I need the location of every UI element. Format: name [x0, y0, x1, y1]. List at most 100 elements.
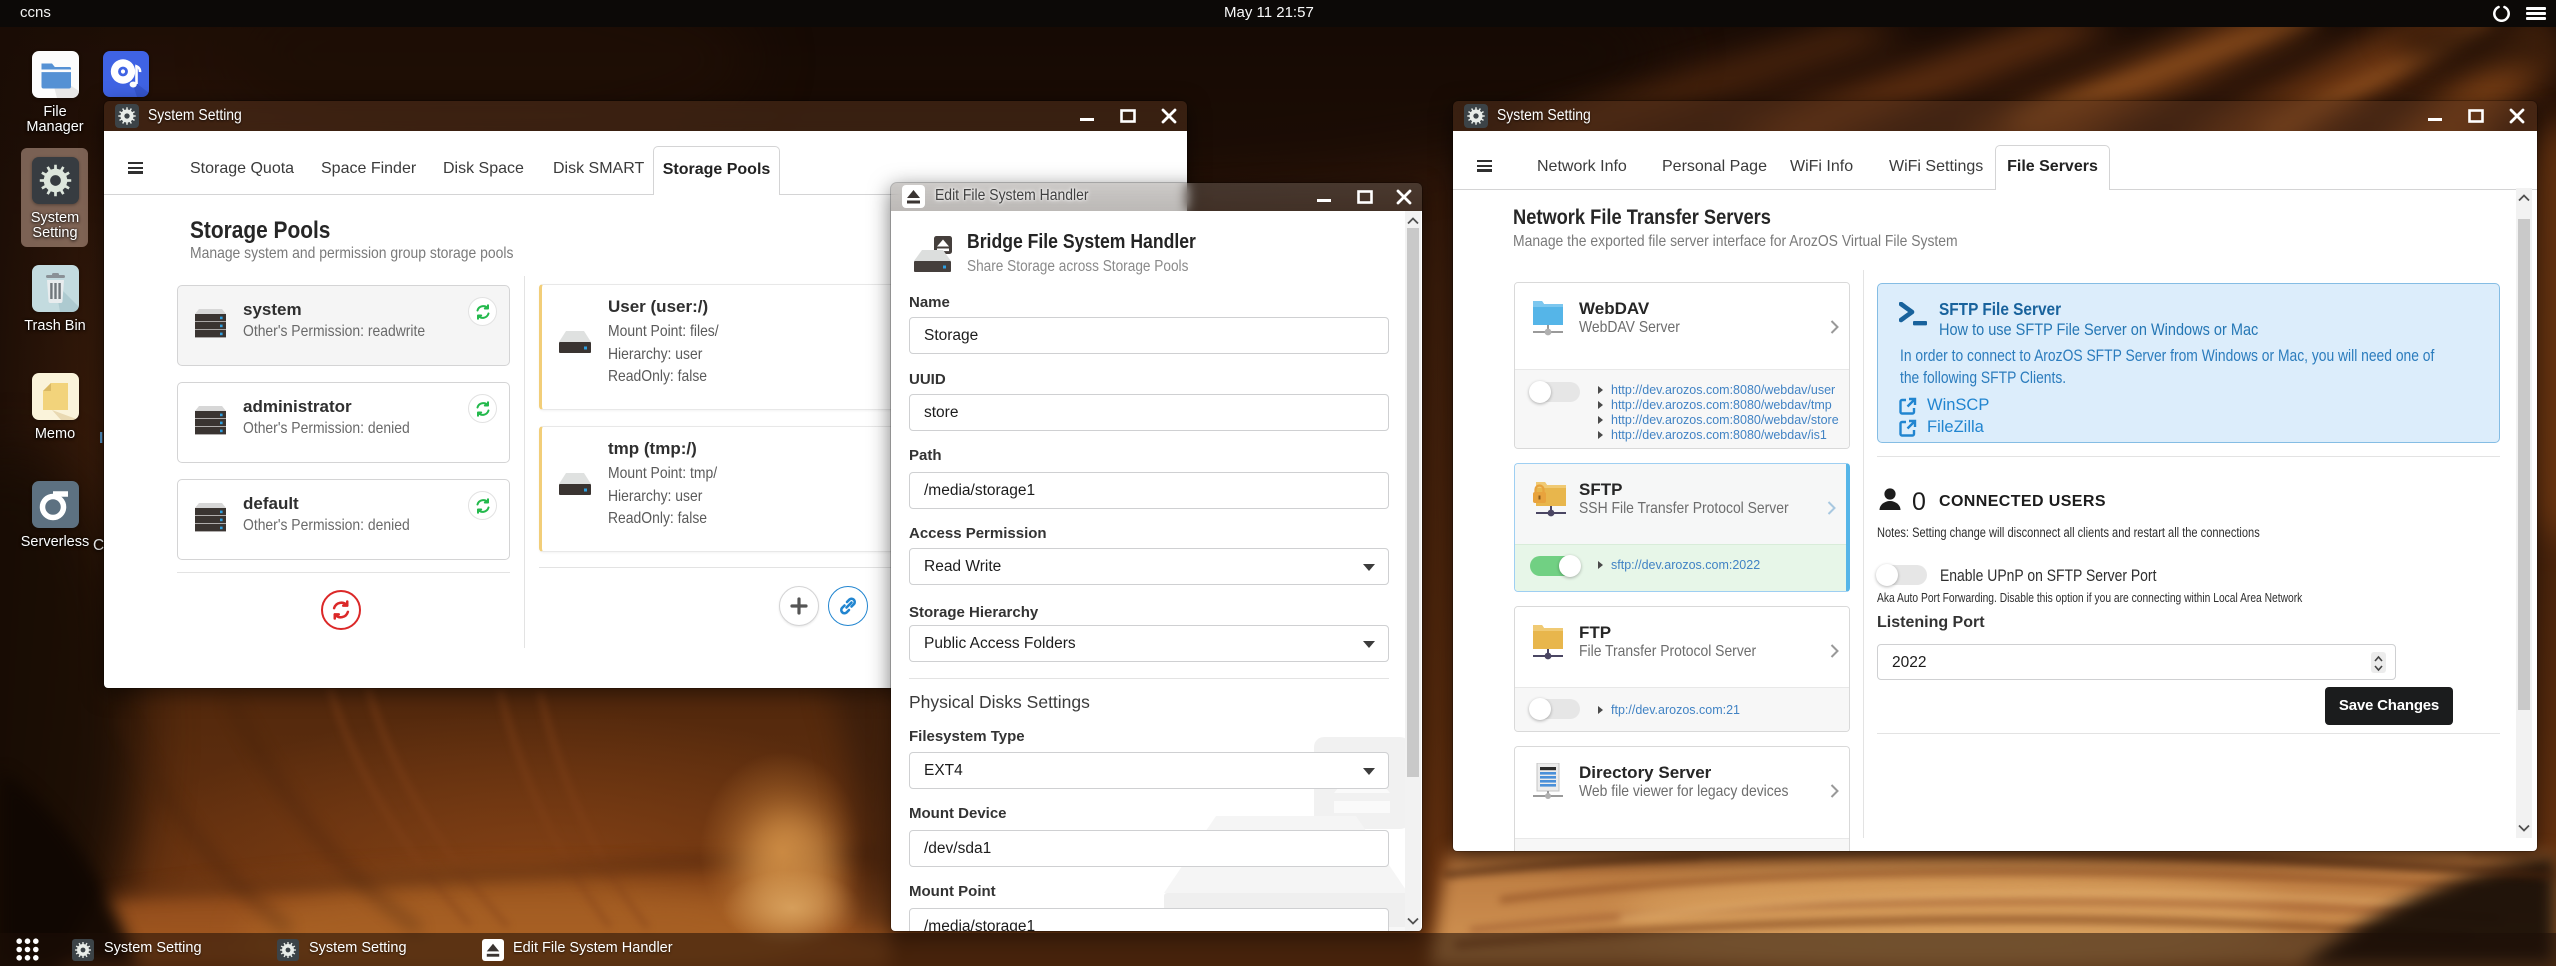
server-card-ftp[interactable]: FTP File Transfer Protocol Server ftp://…: [1514, 606, 1850, 732]
taskbar-item-system-setting-2[interactable]: System Setting: [277, 933, 477, 966]
close-button[interactable]: [1158, 101, 1180, 131]
chevron-right-icon: [1827, 501, 1836, 515]
tab-space-finder[interactable]: Space Finder: [321, 160, 416, 178]
sftp-toggle[interactable]: [1530, 555, 1581, 577]
storage-hierarchy-select[interactable]: Public Access Folders: [909, 625, 1389, 662]
access-permission-label: Access Permission: [909, 525, 1047, 542]
tab-storage-pools[interactable]: Storage Pools: [653, 146, 780, 195]
scroll-down-icon[interactable]: [2516, 819, 2532, 836]
name-input[interactable]: Storage: [909, 317, 1389, 354]
sync-pool-button[interactable]: [468, 394, 497, 423]
path-label: Path: [909, 447, 942, 464]
memo-icon: [31, 373, 79, 420]
vfs-readonly: ReadOnly: false: [608, 368, 708, 385]
number-spinner[interactable]: [2371, 652, 2386, 673]
tab-disk-smart[interactable]: Disk SMART: [553, 160, 644, 178]
mount-point-label: Mount Point: [909, 883, 996, 900]
window-edit-fs-handler: Edit File System Handler Bridge File Sys…: [891, 183, 1422, 931]
filezilla-link[interactable]: FileZilla: [1927, 418, 1984, 437]
maximize-button[interactable]: [1117, 101, 1139, 131]
tab-file-servers[interactable]: File Servers: [1995, 145, 2110, 190]
webdav-link[interactable]: http://dev.arozos.com:8080/webdav/tmp: [1598, 398, 1832, 412]
scrollbar[interactable]: [2516, 188, 2532, 838]
tab-menu-icon[interactable]: [1477, 160, 1492, 172]
titlebar[interactable]: Edit File System Handler: [891, 183, 1422, 211]
webdav-link[interactable]: http://dev.arozos.com:8080/webdav/user: [1598, 383, 1835, 397]
info-body: In order to connect to ArozOS SFTP Serve…: [1900, 347, 2435, 387]
page-title: Network File Transfer Servers: [1513, 206, 1771, 229]
pool-name: administrator: [243, 397, 352, 416]
server-name: FTP: [1579, 623, 1612, 642]
desktop-icon-system-setting[interactable]: System Setting: [0, 157, 110, 241]
sync-pool-button[interactable]: [468, 491, 497, 520]
scroll-down-icon[interactable]: [1405, 912, 1421, 929]
server-card-directory[interactable]: Directory Server Web file viewer for leg…: [1514, 746, 1850, 851]
pool-card-administrator[interactable]: administrator Other's Permission: denied: [177, 382, 510, 463]
ftp-folder-icon: [1533, 625, 1563, 660]
uuid-label: UUID: [909, 371, 946, 388]
maximize-button[interactable]: [2465, 101, 2487, 131]
drive-icon: [559, 331, 591, 353]
info-title: SFTP File Server: [1939, 299, 2062, 319]
save-changes-button[interactable]: Save Changes: [2325, 687, 2453, 725]
desktop-icon-trash-bin[interactable]: Trash Bin: [0, 265, 110, 334]
close-button[interactable]: [1393, 183, 1415, 211]
path-input[interactable]: /media/storage1: [909, 472, 1389, 509]
app-launcher-icon[interactable]: [16, 938, 39, 961]
loading-spinner-icon[interactable]: [2493, 5, 2510, 22]
filesystem-type-select[interactable]: EXT4: [909, 752, 1389, 789]
server-desc: Web file viewer for legacy devices: [1579, 783, 1789, 800]
access-permission-select[interactable]: Read Write: [909, 548, 1389, 585]
refresh-pools-button[interactable]: [321, 590, 361, 630]
icon-label: File Manager: [26, 104, 84, 135]
listening-port-input[interactable]: 2022: [1877, 644, 2396, 680]
webdav-link[interactable]: http://dev.arozos.com:8080/webdav/is1: [1598, 428, 1827, 442]
close-button[interactable]: [2506, 101, 2528, 131]
vfs-readonly: ReadOnly: false: [608, 510, 708, 527]
tab-wifi-settings[interactable]: WiFi Settings: [1889, 158, 1983, 176]
info-subtitle: How to use SFTP File Server on Windows o…: [1939, 321, 2259, 339]
scroll-up-icon[interactable]: [2516, 190, 2532, 207]
scrollbar[interactable]: [1405, 211, 1421, 931]
minimize-button[interactable]: [1313, 183, 1335, 211]
tab-storage-quota[interactable]: Storage Quota: [190, 160, 294, 178]
server-card-webdav[interactable]: WebDAV WebDAV Server http://dev.arozos.c…: [1514, 282, 1850, 449]
uuid-input[interactable]: store: [909, 394, 1389, 431]
add-vfs-button[interactable]: [779, 586, 819, 626]
maximize-button[interactable]: [1354, 183, 1376, 211]
pool-card-system[interactable]: system Other's Permission: readwrite: [177, 285, 510, 366]
sync-pool-button[interactable]: [468, 297, 497, 326]
taskbar-item-system-setting-1[interactable]: System Setting: [72, 933, 272, 966]
tab-disk-space[interactable]: Disk Space: [443, 160, 524, 178]
sftp-link[interactable]: sftp://dev.arozos.com:2022: [1598, 558, 1760, 572]
ftp-toggle[interactable]: [1529, 698, 1580, 720]
titlebar[interactable]: System Setting: [1453, 101, 2537, 131]
trash-bin-icon: [31, 265, 79, 312]
listening-port-label: Listening Port: [1877, 614, 1985, 631]
pool-card-default[interactable]: default Other's Permission: denied: [177, 479, 510, 560]
desktop-icon-music[interactable]: [71, 51, 181, 97]
tab-menu-icon[interactable]: [128, 162, 143, 174]
server-card-sftp[interactable]: SFTP SSH File Transfer Protocol Server s…: [1514, 463, 1850, 592]
ftp-link[interactable]: ftp://dev.arozos.com:21: [1598, 703, 1740, 717]
bridge-vfs-button[interactable]: [828, 586, 868, 626]
upnp-toggle[interactable]: [1876, 564, 1927, 586]
minimize-button[interactable]: [2424, 101, 2446, 131]
mount-device-input[interactable]: /dev/sda1: [909, 830, 1389, 867]
hamburger-menu-icon[interactable]: [2526, 7, 2546, 20]
page-title: Storage Pools: [190, 217, 331, 244]
minimize-button[interactable]: [1076, 101, 1098, 131]
mount-point-input[interactable]: /media/storage1: [909, 908, 1389, 931]
desktop-icon-memo[interactable]: Memo: [0, 373, 110, 442]
scrollbar-thumb[interactable]: [2518, 219, 2530, 710]
taskbar-item-edit-fs-handler[interactable]: Edit File System Handler: [482, 933, 742, 966]
winscp-link[interactable]: WinSCP: [1927, 396, 1989, 415]
titlebar[interactable]: System Setting: [104, 101, 1187, 131]
tab-wifi-info[interactable]: WiFi Info: [1790, 158, 1853, 176]
scrollbar-thumb[interactable]: [1407, 228, 1419, 777]
tab-network-info[interactable]: Network Info: [1537, 158, 1627, 176]
webdav-link[interactable]: http://dev.arozos.com:8080/webdav/store: [1598, 413, 1839, 427]
webdav-toggle[interactable]: [1529, 381, 1580, 403]
upnp-note: Aka Auto Port Forwarding. Disable this o…: [1877, 590, 2303, 605]
tab-personal-page[interactable]: Personal Page: [1662, 158, 1767, 176]
